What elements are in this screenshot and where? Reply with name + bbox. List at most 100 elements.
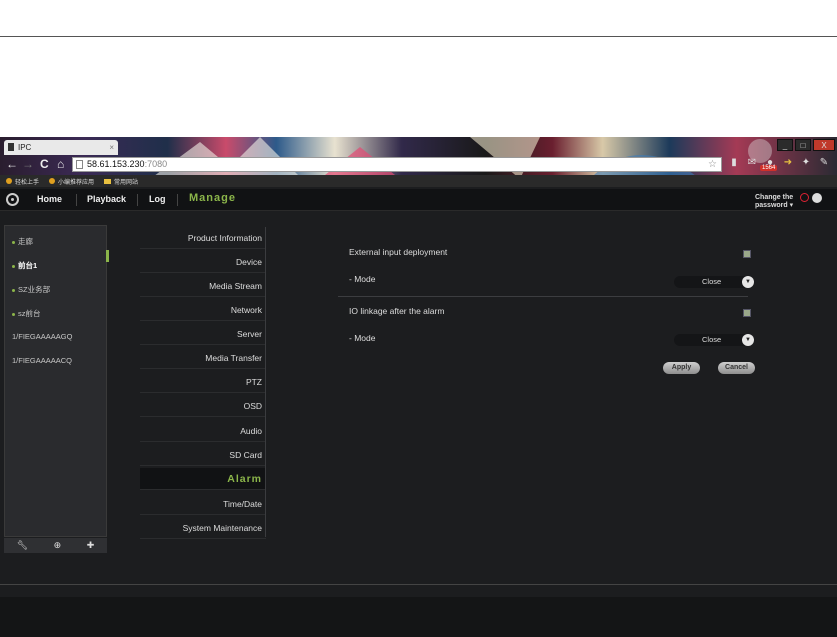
mode-label: - Mode bbox=[349, 333, 376, 343]
active-indicator bbox=[106, 250, 109, 262]
section-divider bbox=[338, 296, 748, 297]
signal-icon[interactable]: ▮ bbox=[728, 157, 740, 169]
bookmark-label: 小编推荐应用 bbox=[58, 179, 95, 186]
nav-log[interactable]: Log bbox=[149, 194, 166, 204]
nav-playback[interactable]: Playback bbox=[87, 194, 126, 204]
address-bar[interactable]: 58.61.153.230:7080 ☆ bbox=[72, 157, 722, 172]
bookmark-item[interactable]: 小编推荐应用 bbox=[49, 177, 94, 186]
forward-arrow-icon[interactable]: → bbox=[22, 157, 34, 171]
apply-button[interactable]: Apply bbox=[663, 362, 700, 374]
menu-device[interactable]: Device bbox=[140, 251, 266, 273]
io-linkage-label: IO linkage after the alarm bbox=[349, 306, 445, 316]
mail-count-badge: 1564 bbox=[760, 165, 778, 171]
puzzle-icon[interactable]: ✦ bbox=[800, 157, 812, 169]
menu-time-date[interactable]: Time/Date bbox=[140, 493, 266, 515]
url-port: :7080 bbox=[144, 159, 168, 169]
footer-rule bbox=[0, 584, 837, 585]
tree-item-active[interactable]: 前台1 bbox=[12, 260, 37, 271]
minimize-button[interactable]: _ bbox=[777, 139, 793, 151]
tree-item[interactable]: 1/FIEGAAAAACQ bbox=[12, 356, 72, 365]
extension-icons: ▮ ✉ ● ➜ ✦ ✎ bbox=[728, 157, 830, 169]
power-icon[interactable] bbox=[800, 193, 809, 202]
menu-alarm[interactable]: Alarm bbox=[140, 468, 266, 490]
app-logo-icon bbox=[6, 193, 19, 206]
tree-toolbar: 🔧︎ ⊕ ✚ bbox=[4, 538, 107, 553]
nav-manage[interactable]: Manage bbox=[189, 192, 236, 204]
change-password-line2: password ▾ bbox=[755, 202, 794, 209]
chevron-down-icon: ▼ bbox=[742, 334, 754, 346]
browser-window: IPC × _ □ X ← → C ⌂ 58.61.153.230:7080 ☆… bbox=[0, 137, 837, 637]
tree-item-label: 前台1 bbox=[18, 261, 38, 270]
back-arrow-icon[interactable]: ← bbox=[6, 157, 18, 171]
menu-product-information[interactable]: Product Information bbox=[140, 227, 266, 249]
menu-ptz[interactable]: PTZ bbox=[140, 371, 266, 393]
reload-icon[interactable]: C bbox=[40, 157, 49, 171]
mode-label: - Mode bbox=[349, 274, 376, 284]
menu-server[interactable]: Server bbox=[140, 323, 266, 345]
bookmark-label: 常用网站 bbox=[114, 179, 139, 186]
settings-wrench-icon[interactable]: ✎ bbox=[818, 157, 830, 169]
home-icon[interactable]: ⌂ bbox=[57, 157, 64, 171]
bookmarks-bar: 轻松上手 小编推荐应用 常用网站 bbox=[0, 175, 837, 187]
mode-select-io[interactable]: Close ▼ bbox=[674, 334, 754, 346]
browser-tab-ipc[interactable]: IPC × bbox=[4, 140, 118, 155]
mail-icon[interactable]: ✉ bbox=[746, 157, 758, 169]
online-dot-icon bbox=[12, 264, 15, 268]
url-host: 58.61.153.230 bbox=[87, 159, 145, 169]
star-icon[interactable]: ☆ bbox=[708, 158, 717, 171]
menu-network[interactable]: Network bbox=[140, 299, 266, 321]
document-icon bbox=[8, 143, 14, 151]
io-linkage-checkbox[interactable] bbox=[743, 309, 751, 317]
screenshot-page: IPC × _ □ X ← → C ⌂ 58.61.153.230:7080 ☆… bbox=[0, 0, 837, 637]
bookmark-item[interactable]: 轻松上手 bbox=[6, 177, 39, 186]
nav-home[interactable]: Home bbox=[37, 194, 62, 204]
cancel-button[interactable]: Cancel bbox=[718, 362, 755, 374]
chevron-down-icon: ▼ bbox=[742, 276, 754, 288]
menu-media-transfer[interactable]: Media Transfer bbox=[140, 347, 266, 369]
tree-item[interactable]: sz前台 bbox=[12, 308, 41, 319]
menu-osd[interactable]: OSD bbox=[140, 395, 266, 417]
page-icon bbox=[76, 160, 83, 169]
search-plus-icon[interactable]: ⊕ bbox=[54, 540, 62, 551]
footer-bar bbox=[0, 597, 837, 637]
maximize-button[interactable]: □ bbox=[795, 139, 811, 151]
tab-title: IPC bbox=[18, 143, 32, 152]
online-dot-icon bbox=[12, 312, 15, 316]
window-controls: _ □ X bbox=[777, 139, 835, 151]
nav-separator bbox=[137, 194, 138, 206]
bookmark-label: 轻松上手 bbox=[15, 179, 40, 186]
tree-item-label: SZ业务部 bbox=[18, 285, 51, 294]
external-input-checkbox[interactable] bbox=[743, 250, 751, 258]
tree-item[interactable]: 1/FIEGAAAAAGQ bbox=[12, 332, 72, 341]
folder-icon bbox=[104, 178, 112, 184]
close-window-button[interactable]: X bbox=[813, 139, 835, 151]
nav-separator bbox=[76, 194, 77, 206]
arrow-extension-icon[interactable]: ➜ bbox=[782, 157, 794, 169]
tree-item-label: sz前台 bbox=[18, 309, 41, 318]
add-icon[interactable]: ✚ bbox=[87, 540, 95, 551]
menu-system-maintenance[interactable]: System Maintenance bbox=[140, 517, 266, 539]
tree-item[interactable]: 走廊 bbox=[12, 236, 33, 247]
bookmark-item[interactable]: 常用网站 bbox=[104, 177, 138, 186]
mode-select-external[interactable]: Close ▼ bbox=[674, 276, 754, 288]
menu-media-stream[interactable]: Media Stream bbox=[140, 275, 266, 297]
external-input-label: External input deployment bbox=[349, 247, 448, 257]
device-tree-panel: 走廊 前台1 SZ业务部 sz前台 1/FIEGAAAAAGQ 1/FIEGAA… bbox=[4, 225, 109, 537]
tree-item-label: 走廊 bbox=[18, 237, 33, 246]
app-nav-bar: Home Playback Log Manage Change the pass… bbox=[0, 189, 837, 211]
menu-sd-card[interactable]: SD Card bbox=[140, 444, 266, 466]
menu-audio[interactable]: Audio bbox=[140, 420, 266, 442]
online-dot-icon bbox=[12, 288, 15, 292]
top-rule bbox=[0, 36, 837, 37]
tree-item[interactable]: SZ业务部 bbox=[12, 284, 50, 295]
online-dot-icon bbox=[12, 240, 15, 244]
wrench-icon[interactable]: 🔧︎ bbox=[17, 540, 28, 551]
user-icon[interactable] bbox=[812, 193, 822, 203]
select-value: Close bbox=[702, 277, 722, 286]
browser-toolbar: ← → C ⌂ 58.61.153.230:7080 ☆ ▮ ✉ ● ➜ ✦ ✎ bbox=[0, 155, 837, 175]
nav-separator bbox=[177, 194, 178, 206]
bookmark-icon bbox=[49, 178, 56, 184]
menu-divider bbox=[265, 227, 266, 537]
select-value: Close bbox=[702, 335, 722, 344]
tab-close-icon[interactable]: × bbox=[109, 140, 114, 155]
